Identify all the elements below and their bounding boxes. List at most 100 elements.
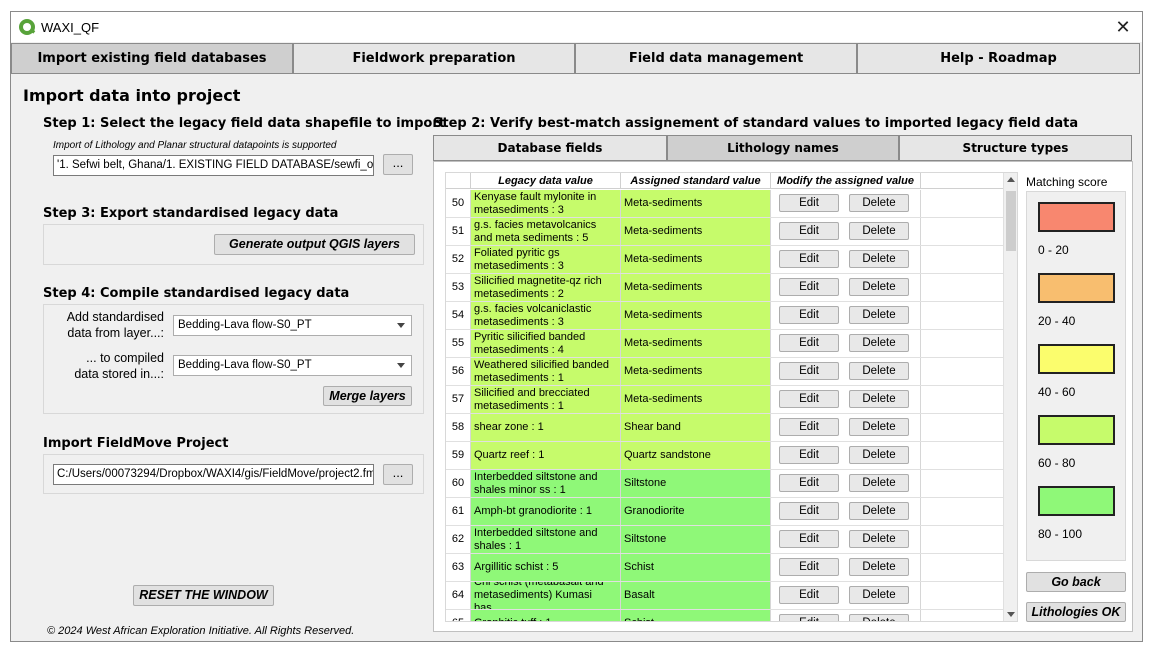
legacy-value-cell: Argillitic schist : 5 xyxy=(471,554,621,581)
modify-cell: Edit Delete xyxy=(771,526,921,553)
delete-button[interactable]: Delete xyxy=(849,502,909,520)
edit-button[interactable]: Edit xyxy=(779,446,839,464)
assigned-value-cell: Basalt xyxy=(621,582,771,609)
generate-output-layers-button[interactable]: Generate output QGIS layers xyxy=(214,234,415,255)
tab-field-data-management[interactable]: Field data management xyxy=(575,43,857,74)
delete-button[interactable]: Delete xyxy=(849,306,909,324)
delete-button[interactable]: Delete xyxy=(849,530,909,548)
merge-layers-button[interactable]: Merge layers xyxy=(323,386,412,406)
main-tab-bar: Import existing field databases Fieldwor… xyxy=(11,43,1142,75)
table-row: 65Graphitic tuff : 1 Schist Edit Delete xyxy=(446,610,1006,621)
scroll-up-icon[interactable] xyxy=(1007,177,1015,182)
subtab-database-fields[interactable]: Database fields xyxy=(433,135,667,161)
edit-button[interactable]: Edit xyxy=(779,530,839,548)
fieldmove-path-input[interactable]: C:/Users/00073294/Dropbox/WAXI4/gis/Fiel… xyxy=(53,464,374,485)
assigned-value-cell: Meta-sediments xyxy=(621,190,771,217)
legacy-value-text: Chl schist (metabasalt and metasediments… xyxy=(474,582,604,609)
compiled-label-line2: data stored in...: xyxy=(74,367,164,381)
modify-cell: Edit Delete xyxy=(771,610,921,621)
legacy-value-text: Graphitic tuff : 1 xyxy=(474,617,551,621)
row-index: 58 xyxy=(446,414,471,441)
modify-cell: Edit Delete xyxy=(771,414,921,441)
delete-button[interactable]: Delete xyxy=(849,390,909,408)
reset-window-button[interactable]: RESET THE WINDOW xyxy=(133,585,274,606)
table-row: 64 Chl schist (metabasalt and metasedimen… xyxy=(446,582,1006,610)
legacy-value-cell: Interbedded siltstone and shales minor s… xyxy=(471,470,621,497)
header-modify-value: Modify the assigned value xyxy=(771,173,921,189)
lithologies-ok-button[interactable]: Lithologies OK xyxy=(1026,602,1126,622)
scroll-down-icon[interactable] xyxy=(1007,612,1015,617)
delete-button[interactable]: Delete xyxy=(849,418,909,436)
close-button[interactable]: ✕ xyxy=(1112,16,1134,38)
tab-help-roadmap[interactable]: Help - Roadmap xyxy=(857,43,1140,74)
browse-fieldmove-button[interactable]: ... xyxy=(383,464,413,485)
scrollbar-thumb[interactable] xyxy=(1006,191,1016,251)
modify-cell: Edit Delete xyxy=(771,554,921,581)
window-title: WAXI_QF xyxy=(41,20,100,35)
legacy-value-cell: Graphitic tuff : 1 xyxy=(471,610,621,621)
delete-button[interactable]: Delete xyxy=(849,558,909,576)
edit-button[interactable]: Edit xyxy=(779,390,839,408)
delete-button[interactable]: Delete xyxy=(849,250,909,268)
source-layer-select[interactable]: Bedding-Lava flow-S0_PT xyxy=(173,315,412,336)
legacy-value-text: Interbedded siltstone and shales : 1 xyxy=(474,526,598,552)
compiled-layer-select[interactable]: Bedding-Lava flow-S0_PT xyxy=(173,355,412,376)
table-row: 52 Foliated pyritic gs metasediments : 3 M… xyxy=(446,246,1006,274)
delete-button[interactable]: Delete xyxy=(849,446,909,464)
page-title: Import data into project xyxy=(23,86,241,105)
assigned-value-cell: Granodiorite xyxy=(621,498,771,525)
edit-button[interactable]: Edit xyxy=(779,586,839,604)
subtab-structure-types[interactable]: Structure types xyxy=(899,135,1132,161)
edit-button[interactable]: Edit xyxy=(779,306,839,324)
edit-button[interactable]: Edit xyxy=(779,278,839,296)
legend-label: 0 - 20 xyxy=(1038,243,1069,257)
edit-button[interactable]: Edit xyxy=(779,502,839,520)
row-index: 61 xyxy=(446,498,471,525)
assigned-value-cell: Meta-sediments xyxy=(621,274,771,301)
table-row: 50 Kenyase fault mylonite in metasediment… xyxy=(446,190,1006,218)
legacy-value-text: shear zone : 1 xyxy=(474,421,544,433)
assigned-value-cell: Quartz sandstone xyxy=(621,442,771,469)
edit-button[interactable]: Edit xyxy=(779,194,839,212)
modify-cell: Edit Delete xyxy=(771,582,921,609)
edit-button[interactable]: Edit xyxy=(779,474,839,492)
legend-swatch xyxy=(1038,415,1115,445)
table-row: 55 Pyritic silicified banded metasediment… xyxy=(446,330,1006,358)
edit-button[interactable]: Edit xyxy=(779,362,839,380)
go-back-button[interactable]: Go back xyxy=(1026,572,1126,592)
edit-button[interactable]: Edit xyxy=(779,418,839,436)
title-bar: WAXI_QF ✕ xyxy=(11,12,1142,42)
legacy-value-text: Silicified and brecciated metasediments … xyxy=(474,386,590,412)
row-index: 57 xyxy=(446,386,471,413)
assigned-value-cell: Siltstone xyxy=(621,470,771,497)
delete-button[interactable]: Delete xyxy=(849,334,909,352)
subtab-lithology-names[interactable]: Lithology names xyxy=(667,135,899,161)
table-row: 53 Silicified magnetite-qz rich metasedim… xyxy=(446,274,1006,302)
edit-button[interactable]: Edit xyxy=(779,614,839,621)
tab-import-existing[interactable]: Import existing field databases xyxy=(11,43,293,74)
delete-button[interactable]: Delete xyxy=(849,614,909,621)
legacy-value-cell: Quartz reef : 1 xyxy=(471,442,621,469)
lithology-table: Legacy data value Assigned standard valu… xyxy=(445,172,1018,622)
compiled-label-line1: ... to compiled xyxy=(86,351,164,365)
legend-swatch xyxy=(1038,344,1115,374)
step1-title: Step 1: Select the legacy field data sha… xyxy=(43,116,445,131)
shapefile-path-input[interactable]: '1. Sefwi belt, Ghana/1. EXISTING FIELD … xyxy=(53,155,374,176)
delete-button[interactable]: Delete xyxy=(849,222,909,240)
delete-button[interactable]: Delete xyxy=(849,474,909,492)
edit-button[interactable]: Edit xyxy=(779,334,839,352)
edit-button[interactable]: Edit xyxy=(779,558,839,576)
legacy-value-cell: Silicified and brecciated metasediments … xyxy=(471,386,621,413)
edit-button[interactable]: Edit xyxy=(779,222,839,240)
delete-button[interactable]: Delete xyxy=(849,278,909,296)
edit-button[interactable]: Edit xyxy=(779,250,839,268)
delete-button[interactable]: Delete xyxy=(849,362,909,380)
delete-button[interactable]: Delete xyxy=(849,586,909,604)
assigned-value-cell: Schist xyxy=(621,610,771,621)
add-label-line2: data from layer...: xyxy=(67,326,164,340)
legend-label: 60 - 80 xyxy=(1038,456,1076,470)
browse-shapefile-button[interactable]: ... xyxy=(383,154,413,175)
table-scrollbar[interactable] xyxy=(1003,173,1017,621)
tab-fieldwork-preparation[interactable]: Fieldwork preparation xyxy=(293,43,575,74)
delete-button[interactable]: Delete xyxy=(849,194,909,212)
